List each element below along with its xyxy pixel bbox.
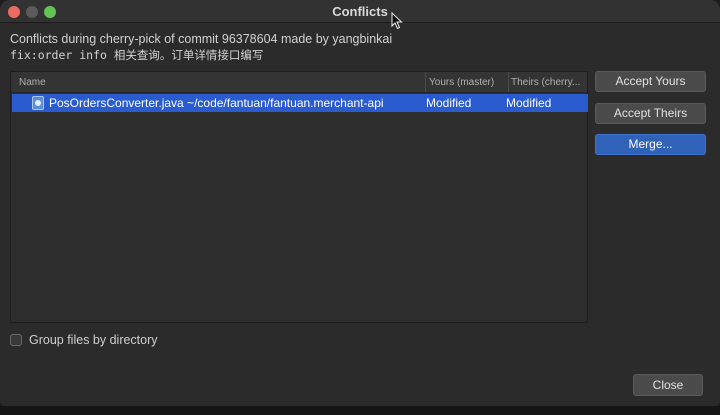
table-header: Name Yours (master) Theirs (cherry...	[11, 72, 587, 93]
merge-button[interactable]: Merge...	[595, 134, 706, 155]
column-header-yours[interactable]: Yours (master)	[429, 77, 509, 88]
theirs-status-cell: Modified	[506, 96, 552, 110]
accept-theirs-button[interactable]: Accept Theirs	[595, 103, 706, 124]
conflict-message: Conflicts during cherry-pick of commit 9…	[10, 32, 393, 46]
conflicts-table: Name Yours (master) Theirs (cherry... Po…	[10, 71, 588, 323]
column-separator[interactable]	[508, 72, 509, 92]
group-files-checkbox[interactable]	[10, 334, 22, 346]
mouse-cursor-icon	[391, 12, 403, 30]
window-title: Conflicts	[332, 4, 388, 19]
accept-yours-button[interactable]: Accept Yours	[595, 71, 706, 92]
column-header-theirs[interactable]: Theirs (cherry...	[511, 77, 587, 88]
column-separator[interactable]	[425, 72, 426, 92]
yours-status-cell: Modified	[426, 96, 472, 110]
table-row[interactable]: PosOrdersConverter.java ~/code/fantuan/f…	[12, 94, 588, 112]
commit-message: fix:order info 相关查询。订单详情接口编写	[10, 48, 264, 62]
title-bar: Conflicts	[0, 0, 720, 30]
conflicts-dialog: Conflicts Conflicts during cherry-pick o…	[0, 0, 720, 406]
close-button[interactable]: Close	[633, 374, 703, 396]
group-files-label[interactable]: Group files by directory	[29, 333, 158, 347]
background-strip	[0, 406, 720, 415]
column-header-name[interactable]: Name	[19, 77, 46, 88]
file-name-cell: PosOrdersConverter.java ~/code/fantuan/f…	[49, 96, 384, 110]
java-file-icon	[32, 96, 44, 110]
